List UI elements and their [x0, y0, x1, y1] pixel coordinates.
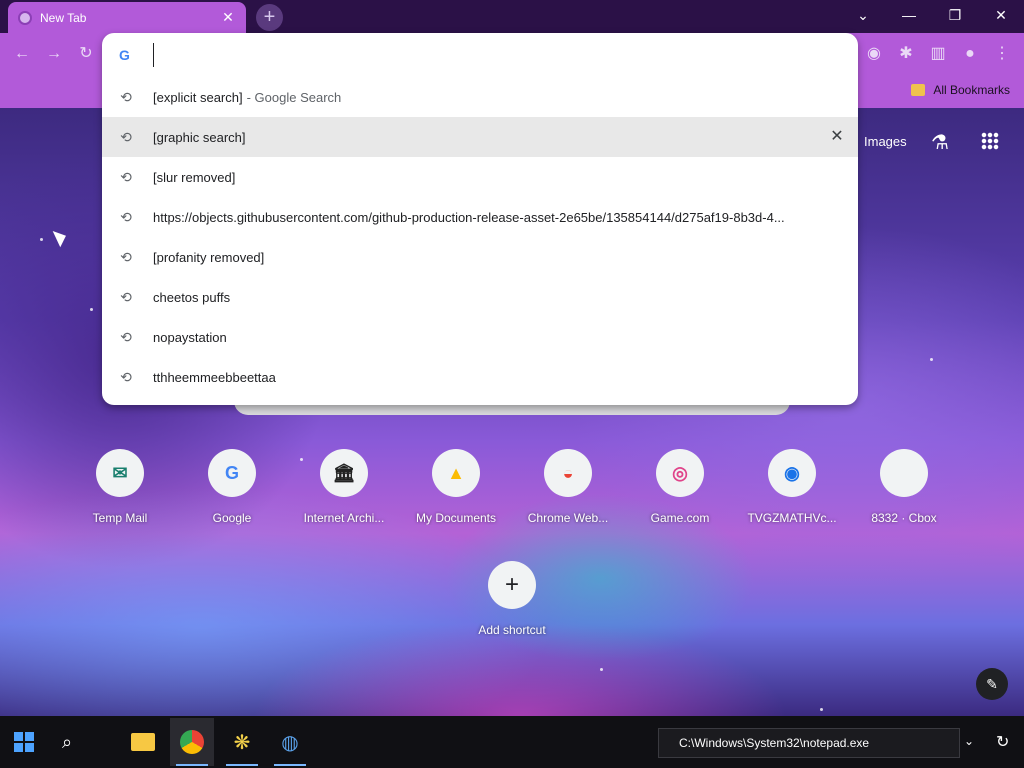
- open-indicator: [274, 764, 306, 766]
- history-icon: ⟲: [120, 289, 132, 305]
- google-g-icon: G: [119, 47, 130, 63]
- chrome-icon: [180, 730, 204, 754]
- chrome-web-store-icon: ◒: [544, 449, 592, 497]
- all-bookmarks-button[interactable]: All Bookmarks: [911, 83, 1010, 97]
- suggestion-text: [profanity removed]: [153, 249, 265, 265]
- folder-icon: [911, 84, 926, 96]
- history-icon: ⟲: [120, 169, 132, 185]
- new-tab-button[interactable]: +: [256, 4, 283, 31]
- suggestion-text: tthheemmeebbeettaa: [153, 369, 276, 385]
- shortcut-google[interactable]: G Google: [176, 449, 288, 525]
- tab-close-icon[interactable]: ✕: [220, 9, 236, 26]
- shortcut-temp-mail[interactable]: ✉ Temp Mail: [64, 449, 176, 525]
- remove-suggestion-icon[interactable]: ✕: [828, 128, 846, 146]
- history-icon: ⟲: [120, 329, 132, 345]
- taskbar: ⌕ ❋ ◍ ⌄ ↻: [0, 716, 1024, 768]
- google-drive-icon: ▲: [432, 449, 480, 497]
- shortcut-tvgzmath[interactable]: ◉ TVGZMATHVc...: [736, 449, 848, 525]
- omnibox-dropdown: G ⟲ [explicit search] - Google Search ⟲ …: [102, 33, 858, 405]
- extensions-puzzle-icon[interactable]: ✱: [896, 44, 916, 64]
- suggestion-row[interactable]: ⟲ [slur removed]: [102, 157, 858, 197]
- run-address-input[interactable]: [658, 728, 960, 758]
- tab-search-dropdown-icon[interactable]: ⌄: [840, 0, 886, 30]
- internet-archive-icon: 🏛: [320, 449, 368, 497]
- suggestion-text: https://objects.githubusercontent.com/gi…: [153, 209, 785, 225]
- add-icon: +: [488, 561, 536, 609]
- bee-app-icon: ❋: [233, 731, 251, 754]
- shortcut-label: Temp Mail: [92, 511, 148, 525]
- suggestion-row[interactable]: ⟲ cheetos puffs: [102, 277, 858, 317]
- network-globe-icon: ◍: [281, 731, 299, 754]
- profile-avatar-icon[interactable]: ●: [960, 44, 980, 64]
- shortcut-label: Game.com: [650, 511, 710, 525]
- history-icon: ⟲: [120, 129, 132, 145]
- shortcut-chrome-web-store[interactable]: ◒ Chrome Web...: [512, 449, 624, 525]
- shortcut-label: Internet Archi...: [303, 511, 385, 525]
- game-com-icon: ◎: [656, 449, 704, 497]
- reload-icon[interactable]: ↻: [76, 44, 96, 64]
- shortcut-label: Add shortcut: [478, 623, 546, 637]
- refresh-icon[interactable]: ↻: [996, 732, 1009, 752]
- suggestion-row[interactable]: ⟲ tthheemmeebbeettaa: [102, 357, 858, 397]
- tvgzmath-icon: ◉: [768, 449, 816, 497]
- history-icon: ⟲: [120, 249, 132, 265]
- back-icon[interactable]: ←: [12, 44, 32, 64]
- omnibox-input[interactable]: [153, 43, 813, 67]
- omnibox-input-row: G: [102, 33, 858, 77]
- active-indicator: [176, 764, 208, 766]
- taskbar-chrome[interactable]: [170, 718, 214, 766]
- customize-pencil-icon[interactable]: ✎: [976, 668, 1008, 700]
- tab-new-tab[interactable]: New Tab ✕: [8, 2, 246, 33]
- google-icon: G: [208, 449, 256, 497]
- suggestion-row[interactable]: ⟲ https://objects.githubusercontent.com/…: [102, 197, 858, 237]
- shortcut-label: Chrome Web...: [527, 511, 609, 525]
- taskbar-file-explorer[interactable]: [121, 718, 165, 766]
- file-explorer-icon: [131, 733, 155, 751]
- suggestion-row-selected[interactable]: ⟲ [graphic search] ✕: [102, 117, 858, 157]
- history-icon: ⟲: [120, 369, 132, 385]
- windows-start-icon[interactable]: [14, 732, 34, 752]
- cbox-icon: [880, 449, 928, 497]
- title-bar: New Tab ✕ + ⌄ — ❐ ✕: [0, 0, 1024, 33]
- suggestion-text: [explicit search]: [153, 89, 243, 105]
- suggestion-text: [slur removed]: [153, 169, 236, 185]
- search-icon[interactable]: ⌕: [62, 732, 72, 753]
- restore-button[interactable]: ❐: [932, 0, 978, 30]
- suggestion-row[interactable]: ⟲ [explicit search] - Google Search: [102, 77, 858, 117]
- close-window-button[interactable]: ✕: [978, 0, 1024, 30]
- suggestion-row[interactable]: ⟲ nopaystation: [102, 317, 858, 357]
- shortcut-label: Google: [212, 511, 252, 525]
- suggestion-suffix: - Google Search: [246, 89, 342, 105]
- forward-icon[interactable]: →: [44, 44, 64, 64]
- run-dropdown-icon[interactable]: ⌄: [964, 734, 974, 748]
- suggestion-text: nopaystation: [153, 329, 227, 345]
- ublock-extension-icon[interactable]: ◉: [864, 44, 884, 64]
- shortcut-cbox[interactable]: 8332 · Cbox: [848, 449, 960, 525]
- labs-flask-icon[interactable]: ⚗: [931, 130, 949, 155]
- side-panel-icon[interactable]: ▥: [928, 44, 948, 64]
- chrome-favicon-icon: [18, 10, 32, 25]
- shortcut-game-com[interactable]: ◎ Game.com: [624, 449, 736, 525]
- shortcut-my-documents[interactable]: ▲ My Documents: [400, 449, 512, 525]
- google-apps-icon[interactable]: [981, 132, 999, 150]
- taskbar-bee-app[interactable]: ❋: [220, 718, 264, 766]
- suggestion-row[interactable]: ⟲ [profanity removed]: [102, 237, 858, 277]
- taskbar-network-app[interactable]: ◍: [268, 718, 312, 766]
- temp-mail-icon: ✉: [96, 449, 144, 497]
- all-bookmarks-label: All Bookmarks: [933, 83, 1010, 97]
- suggestion-text: [graphic search]: [153, 129, 246, 145]
- shortcut-label: 8332 · Cbox: [871, 511, 937, 525]
- open-indicator: [226, 764, 258, 766]
- shortcut-internet-archive[interactable]: 🏛 Internet Archi...: [288, 449, 400, 525]
- suggestion-text: cheetos puffs: [153, 289, 231, 305]
- shortcut-label: My Documents: [415, 511, 497, 525]
- menu-kebab-icon[interactable]: ⋮: [992, 44, 1012, 64]
- history-icon: ⟲: [120, 209, 132, 225]
- shortcut-label: TVGZMATHVc...: [747, 511, 837, 525]
- tab-title: New Tab: [40, 10, 87, 25]
- add-shortcut-button[interactable]: + Add shortcut: [456, 561, 568, 637]
- images-link[interactable]: Images: [864, 134, 907, 149]
- history-icon: ⟲: [120, 89, 132, 105]
- minimize-button[interactable]: —: [886, 0, 932, 30]
